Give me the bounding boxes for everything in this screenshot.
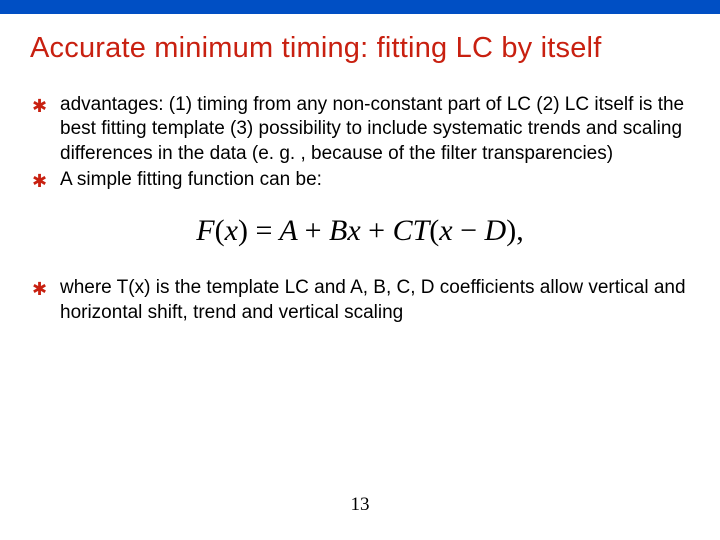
formula: F(x) = A + Bx + CT(x − D), <box>196 214 523 247</box>
formula-block: F(x) = A + Bx + CT(x − D), <box>30 214 690 248</box>
bullet-star-icon: ✱ <box>32 95 47 118</box>
bullet-list: ✱ advantages: (1) timing from any non-co… <box>30 93 690 192</box>
bullet-list: ✱ where T(x) is the template LC and A, B… <box>30 276 690 325</box>
bullet-star-icon: ✱ <box>32 278 47 301</box>
bullet-text: advantages: (1) timing from any non-cons… <box>60 94 684 164</box>
page-number: 13 <box>0 494 720 516</box>
bullet-text: A simple fitting function can be: <box>60 169 322 190</box>
slide-title: Accurate minimum timing: fitting LC by i… <box>30 32 690 65</box>
bullet-text: where T(x) is the template LC and A, B, … <box>60 277 686 322</box>
slide-body: Accurate minimum timing: fitting LC by i… <box>0 32 720 325</box>
bullet-item: ✱ A simple fitting function can be: <box>30 168 690 192</box>
bullet-item: ✱ advantages: (1) timing from any non-co… <box>30 93 690 166</box>
bullet-star-icon: ✱ <box>32 170 47 193</box>
header-bar <box>0 0 720 14</box>
bullet-item: ✱ where T(x) is the template LC and A, B… <box>30 276 690 325</box>
